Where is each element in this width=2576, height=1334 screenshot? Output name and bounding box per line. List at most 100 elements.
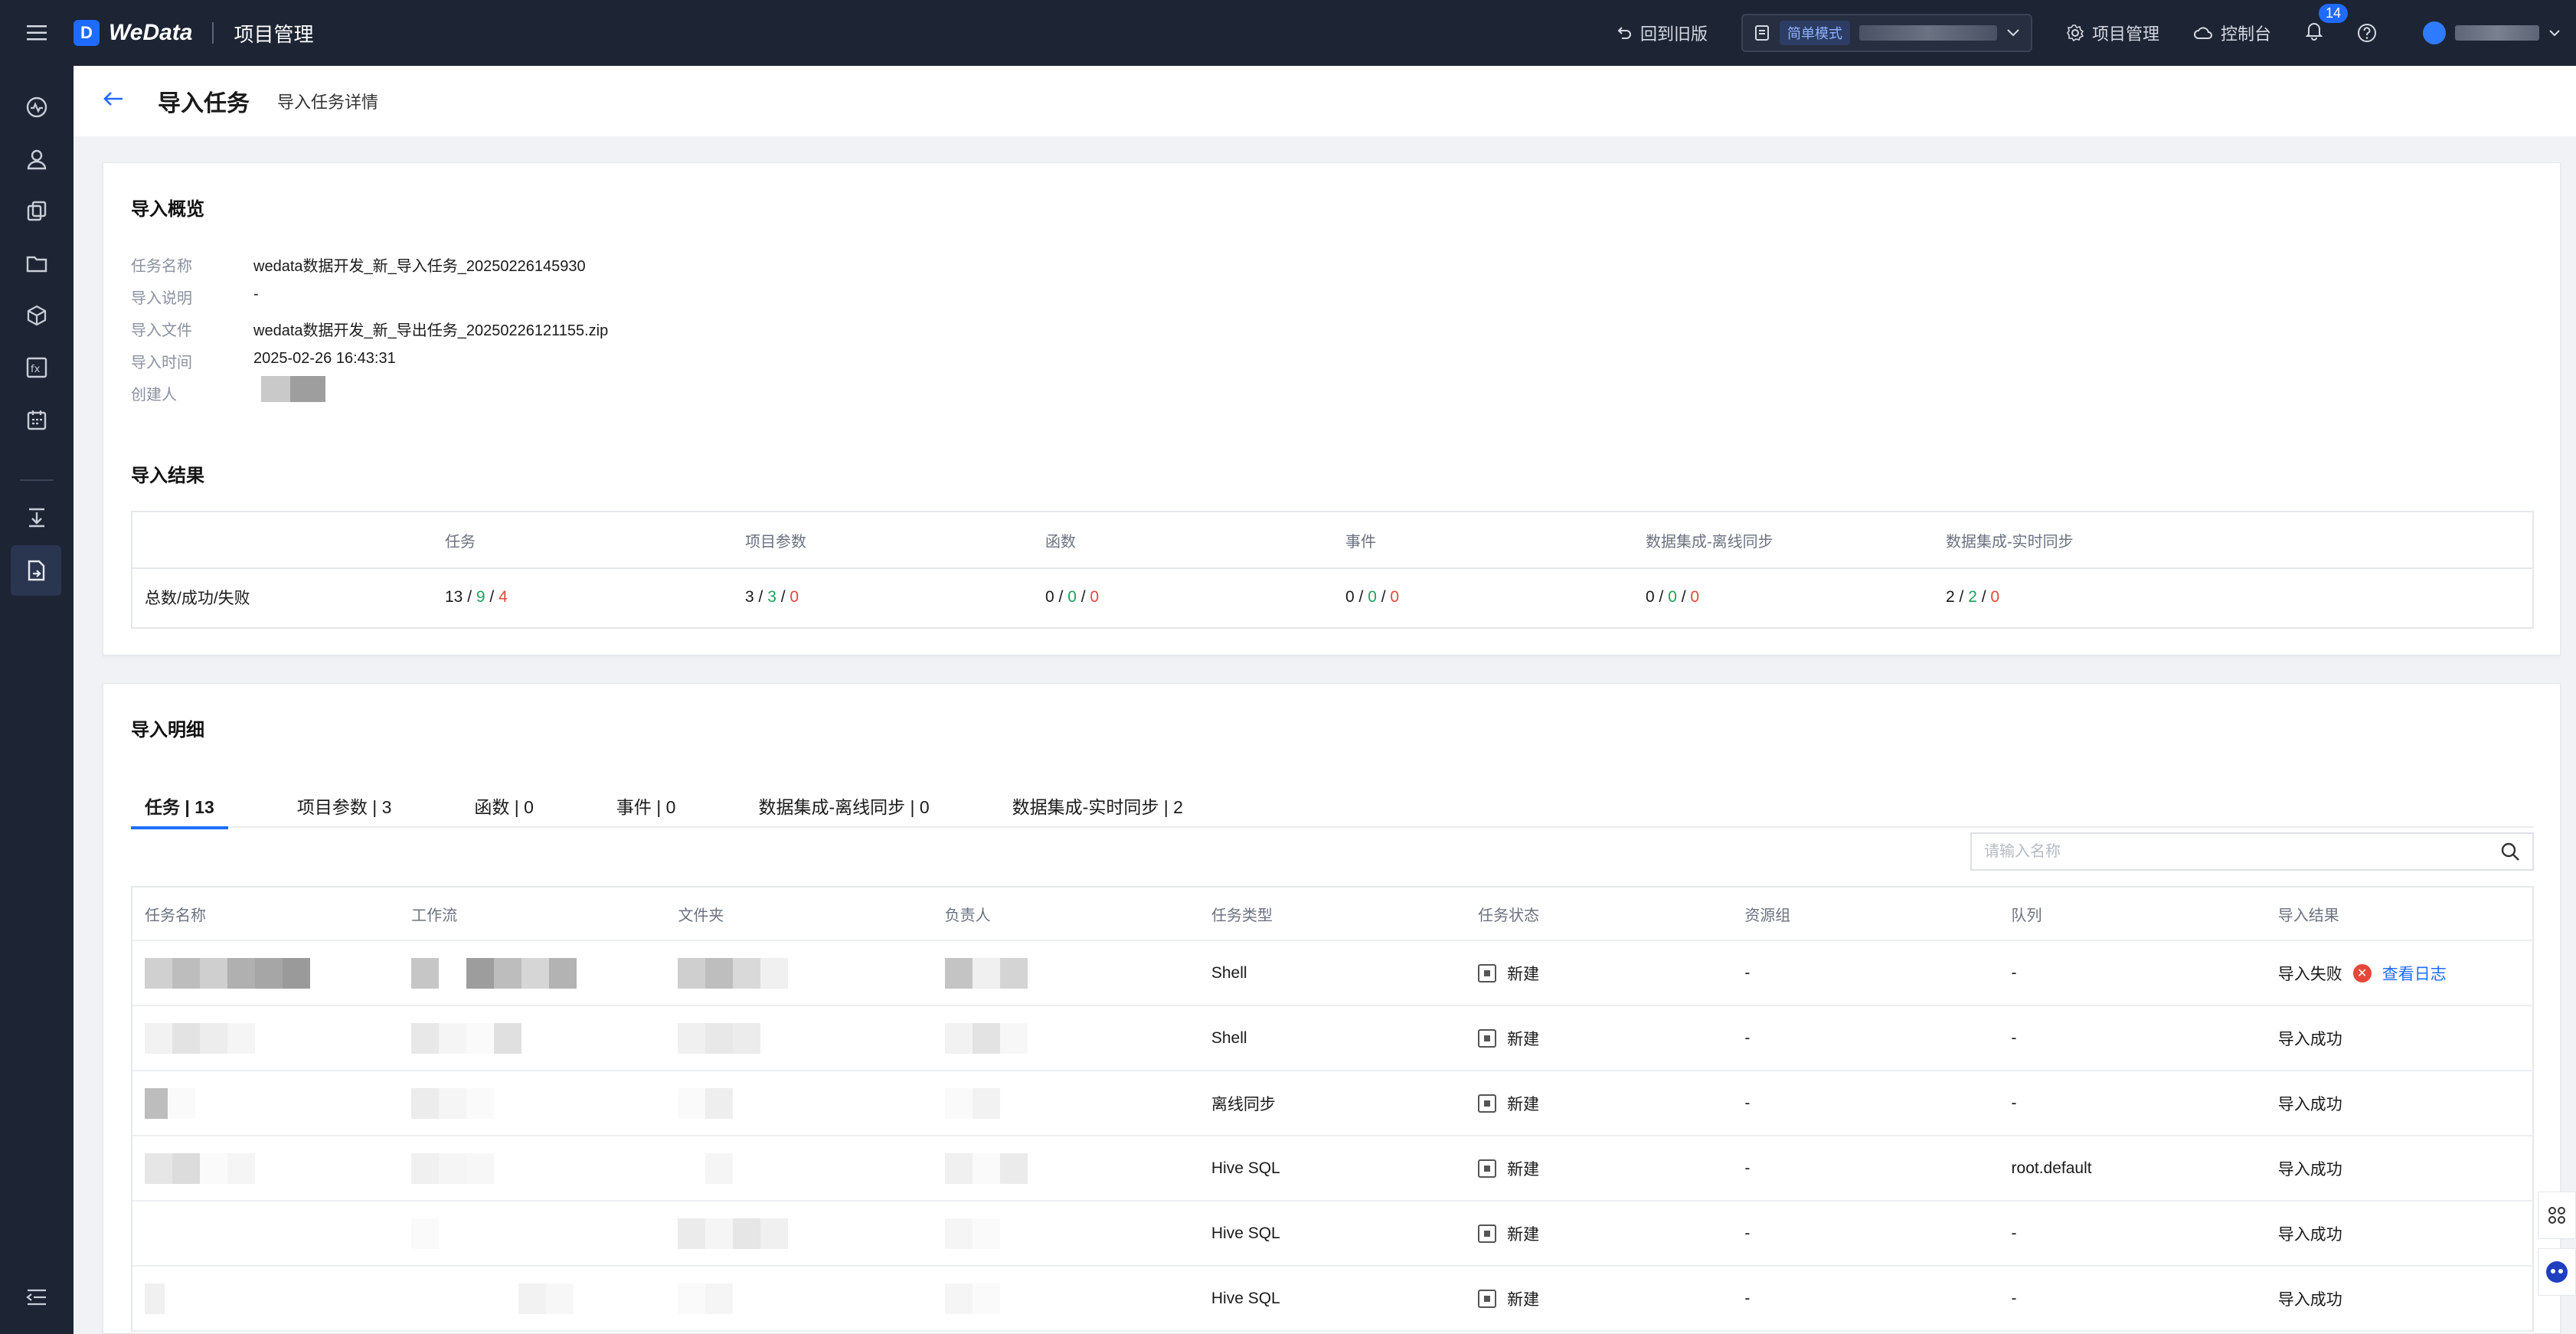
sidebar-item-members[interactable] (18, 141, 55, 178)
owner-redacted (933, 1218, 1199, 1249)
task-type: Hive SQL (1211, 1224, 1280, 1242)
owner-redacted (933, 1087, 1199, 1119)
column-header[interactable]: 工作流 (399, 903, 665, 925)
assistant-float-button[interactable] (2538, 1248, 2576, 1296)
results-count-cell: 3 / 3 / 0 (745, 588, 799, 606)
cube-icon (27, 305, 47, 326)
search-icon[interactable] (2500, 842, 2520, 862)
search-input[interactable] (1984, 842, 2500, 861)
task-name-redacted[interactable] (132, 1153, 399, 1184)
overview-card: 导入概览 任务名称 wedata数据开发_新_导入任务_202502261459… (103, 162, 2561, 656)
queue: root.default (2011, 1159, 2092, 1177)
back-to-old-version-label: 回到旧版 (1639, 25, 1708, 44)
sidebar-collapse-button[interactable] (18, 1279, 55, 1316)
project-management-link[interactable]: 项目管理 (2066, 21, 2159, 45)
status-new-icon (1478, 963, 1497, 983)
info-value: - (253, 286, 259, 302)
import-file-icon (28, 560, 45, 581)
sidebar-item-resource[interactable] (18, 297, 55, 334)
apps-float-button[interactable] (2538, 1192, 2576, 1239)
workflow-redacted (399, 1218, 665, 1249)
status-new-icon (1478, 1224, 1497, 1243)
task-name-redacted[interactable] (132, 1283, 399, 1314)
tab-tasks[interactable]: 任务 | 13 (131, 783, 228, 829)
resource-group: - (1744, 1094, 1751, 1112)
folder-redacted (665, 1218, 932, 1249)
results-header-cell: 事件 (1345, 533, 1376, 551)
help-button[interactable] (2357, 23, 2377, 43)
link-box-icon (27, 201, 47, 221)
column-header[interactable]: 任务类型 (1199, 903, 1466, 925)
column-header[interactable]: 任务状态 (1466, 903, 1732, 925)
import-result: 导入失败 ✕ 查看日志 (2266, 962, 2532, 985)
sidebar-item-import[interactable] (11, 545, 61, 596)
results-count-cell: 13 / 9 / 4 (445, 588, 508, 606)
table-header-row: 任务名称 工作流 文件夹 负责人 任务类型 任务状态 资源组 队列 导入结果 (132, 888, 2532, 941)
task-type: 离线同步 (1211, 1095, 1276, 1113)
error-icon: ✕ (2352, 963, 2372, 983)
apps-grid-icon (2548, 1207, 2565, 1224)
settings-gear-icon (2067, 25, 2084, 42)
column-header[interactable]: 导入结果 (2266, 903, 2532, 925)
info-row-creator: 创建人 (131, 376, 325, 404)
column-header[interactable]: 文件夹 (665, 903, 932, 925)
tab-project-params[interactable]: 项目参数 | 3 (283, 783, 406, 828)
user-icon (27, 149, 47, 170)
view-log-link[interactable]: 查看日志 (2382, 962, 2447, 985)
info-label: 导入文件 (131, 322, 192, 339)
sidebar-item-export[interactable] (18, 499, 55, 536)
chevron-down-icon (2549, 30, 2560, 37)
task-type: Shell (1211, 963, 1247, 982)
workflow-redacted (399, 1153, 665, 1184)
sidebar-item-folder[interactable] (18, 245, 55, 282)
notification-button[interactable]: 14 (2305, 4, 2349, 45)
import-result: 导入成功 (2277, 1160, 2342, 1179)
help-icon (2358, 24, 2376, 42)
column-header[interactable]: 任务名称 (132, 903, 399, 925)
import-result: 导入成功 (2277, 1225, 2342, 1244)
page-header: 导入任务 导入任务详情 (74, 66, 2576, 136)
tab-offline-sync[interactable]: 数据集成-离线同步 | 0 (744, 783, 943, 828)
tab-events[interactable]: 事件 | 0 (603, 783, 690, 828)
results-count-cell: 2 / 2 / 0 (1946, 588, 2000, 606)
results-table: 任务 项目参数 函数 事件 数据集成-离线同步 数据集成-实时同步 总数/成功/… (131, 511, 2534, 629)
status-new-icon (1478, 1028, 1497, 1048)
table-row: Hive SQL 新建 - root.default 导入成功 (132, 1136, 2532, 1202)
app-logo[interactable]: D WeData 项目管理 (74, 19, 314, 47)
owner-redacted (933, 1153, 1199, 1184)
back-to-old-version-link[interactable]: 回到旧版 (1616, 21, 1708, 45)
sidebar-item-functions[interactable]: fx (18, 349, 55, 386)
owner-redacted (933, 1283, 1199, 1314)
task-status: 新建 (1466, 1092, 1732, 1115)
back-button[interactable] (103, 90, 124, 112)
hamburger-icon (27, 25, 47, 41)
owner-redacted (933, 957, 1199, 989)
logo-divider (212, 22, 214, 44)
user-menu[interactable] (2423, 21, 2561, 44)
bell-icon (2305, 23, 2323, 41)
console-link[interactable]: 控制台 (2193, 21, 2271, 45)
tab-realtime-sync[interactable]: 数据集成-实时同步 | 2 (999, 783, 1197, 828)
sidebar-item-datasource[interactable] (18, 193, 55, 230)
hamburger-menu-button[interactable] (0, 0, 74, 66)
tab-functions[interactable]: 函数 | 0 (460, 783, 548, 828)
task-name-redacted[interactable] (132, 957, 399, 989)
resource-group: - (1744, 963, 1751, 982)
column-header[interactable]: 资源组 (1732, 903, 1999, 925)
column-header[interactable]: 负责人 (933, 903, 1199, 925)
project-selector[interactable]: 简单模式 (1741, 14, 2032, 52)
sidebar-divider (20, 479, 54, 481)
queue: - (2011, 1289, 2017, 1307)
column-header[interactable]: 队列 (1999, 903, 2266, 925)
task-name-redacted[interactable] (132, 1087, 399, 1119)
notification-count-badge: 14 (2319, 4, 2349, 23)
results-count-cell: 0 / 0 / 0 (1045, 588, 1100, 606)
status-new-icon (1478, 1159, 1497, 1178)
task-name-redacted[interactable] (132, 1022, 399, 1054)
sidebar-item-monitor[interactable] (18, 89, 55, 126)
sidebar-item-calendar[interactable] (18, 401, 55, 438)
table-row: Hive SQL 新建 - - 导入成功 (132, 1267, 2532, 1332)
project-management-label: 项目管理 (2091, 25, 2159, 44)
results-count-cell: 0 / 0 / 0 (1646, 588, 1700, 606)
info-value: 2025-02-26 16:43:31 (253, 350, 396, 367)
